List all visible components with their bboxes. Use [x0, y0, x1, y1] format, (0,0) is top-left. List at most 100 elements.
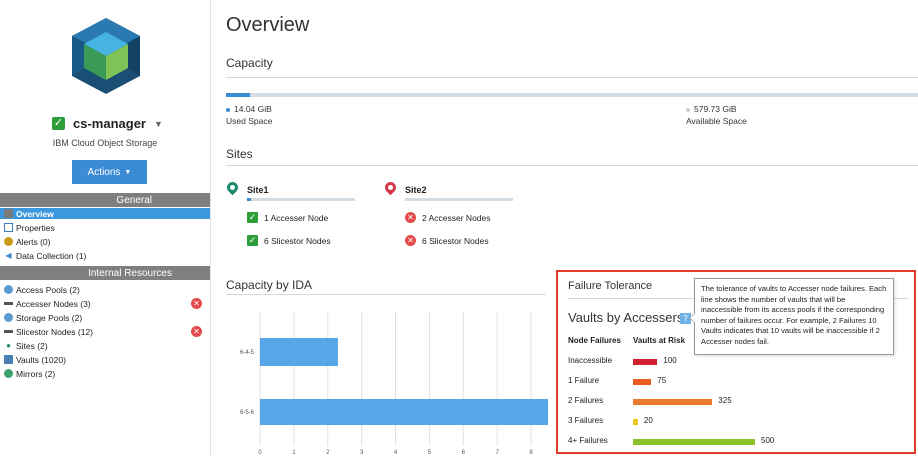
- sidebar-item-label: Slicestor Nodes (12): [16, 326, 94, 337]
- data-collection-icon: ◀: [5, 251, 12, 260]
- node-label: 6 Slicestor Nodes: [422, 235, 489, 246]
- site-pin-icon: ●: [6, 341, 11, 350]
- chevron-down-icon[interactable]: ▼: [154, 119, 163, 129]
- failure-label: 1 Failure: [568, 376, 600, 385]
- node-label: 6 Slicestor Nodes: [264, 235, 331, 246]
- node-label: 1 Accesser Node: [264, 212, 329, 223]
- manager-name: cs-manager: [73, 116, 146, 131]
- used-label: Used Space: [226, 116, 273, 126]
- ida-divider: [226, 294, 546, 295]
- storage-pool-icon: [4, 313, 13, 322]
- vaults-at-risk-value: 325: [718, 396, 732, 405]
- sidebar-item-slicestor-nodes[interactable]: Slicestor Nodes (12) ✕: [0, 326, 210, 337]
- sidebar-item-mirrors[interactable]: Mirrors (2): [0, 368, 210, 379]
- sidebar-item-alerts[interactable]: Alerts (0): [0, 236, 210, 247]
- used-space: 14.04 GiB Used Space: [226, 103, 272, 127]
- x-tick-label: 1: [292, 450, 296, 456]
- sidebar-item-label: Access Pools (2): [16, 284, 80, 295]
- error-icon: ✕: [405, 235, 416, 246]
- ida-bar: [260, 338, 338, 366]
- sidebar: ✓ cs-manager ▼ IBM Cloud Object Storage …: [0, 0, 211, 456]
- col-node-failures: Node Failures: [568, 336, 621, 345]
- access-pool-icon: [4, 285, 13, 294]
- vault-icon: [4, 355, 13, 364]
- failure-label: 4+ Failures: [568, 436, 608, 445]
- vaults-at-risk-bar: [633, 379, 652, 385]
- sidebar-item-label: Storage Pools (2): [16, 312, 83, 323]
- alert-icon: [4, 237, 13, 246]
- check-icon: ✓: [247, 212, 258, 223]
- site2-slicestor-row[interactable]: ✕ 6 Slicestor Nodes: [405, 235, 489, 246]
- failure-label: 3 Failures: [568, 416, 604, 425]
- capacity-bar: [226, 93, 918, 97]
- properties-icon: [4, 223, 13, 232]
- sidebar-item-label: Vaults (1020): [16, 354, 66, 365]
- site2-accesser-row[interactable]: ✕ 2 Accesser Nodes: [405, 212, 491, 223]
- cube-logo-icon: [72, 18, 140, 94]
- vaults-by-accessers-title: Vaults by Accessers: [568, 310, 684, 325]
- general-header: General: [0, 193, 210, 207]
- page-title: Overview: [226, 14, 310, 36]
- sidebar-item-access-pools[interactable]: Access Pools (2): [0, 284, 210, 295]
- sites-divider: [226, 165, 918, 166]
- sidebar-item-vaults[interactable]: Vaults (1020): [0, 354, 210, 365]
- x-tick-label: 4: [394, 450, 398, 456]
- vaults-at-risk-value: 500: [761, 436, 775, 445]
- slicestor-node-icon: [4, 330, 13, 333]
- error-icon: ✕: [405, 212, 416, 223]
- vaults-at-risk-value: 75: [657, 376, 667, 385]
- x-tick-label: 3: [360, 450, 364, 456]
- site1-pin-icon: [224, 179, 241, 196]
- sidebar-item-sites[interactable]: ● Sites (2): [0, 340, 210, 351]
- sidebar-item-properties[interactable]: Properties: [0, 222, 210, 233]
- vaults-at-risk-bar: [633, 359, 658, 365]
- site1-bar: [247, 198, 355, 201]
- sidebar-item-label: Sites (2): [16, 340, 48, 351]
- sidebar-item-overview[interactable]: Overview: [0, 208, 210, 219]
- check-icon: ✓: [247, 235, 258, 246]
- col-vaults-at-risk: Vaults at Risk: [633, 336, 686, 345]
- site2-name[interactable]: Site2: [405, 185, 427, 195]
- vaults-at-risk-value: 20: [643, 416, 653, 425]
- mirror-icon: [4, 369, 13, 378]
- available-dot-icon: [686, 107, 690, 112]
- vaults-at-risk-bar: [633, 439, 755, 445]
- internal-resources-header: Internal Resources: [0, 266, 210, 280]
- sidebar-item-storage-pools[interactable]: Storage Pools (2): [0, 312, 210, 323]
- failure-row: 1 Failure 75: [568, 376, 908, 388]
- available-value: 579.73 GiB: [694, 104, 737, 114]
- chevron-down-icon: ▼: [124, 168, 132, 176]
- available-space: 579.73 GiB Available Space: [686, 103, 747, 127]
- x-tick-label: 8: [529, 450, 533, 456]
- sidebar-item-accesser-nodes[interactable]: Accesser Nodes (3) ✕: [0, 298, 210, 309]
- site1-accesser-row[interactable]: ✓ 1 Accesser Node: [247, 212, 328, 223]
- failure-row: Inaccessible 100: [568, 356, 908, 368]
- sidebar-item-label: Properties: [16, 222, 55, 233]
- site1-name[interactable]: Site1: [247, 185, 269, 195]
- site2-bar: [405, 198, 513, 201]
- actions-button[interactable]: Actions ▼: [72, 160, 147, 184]
- sidebar-item-data-collection[interactable]: ◀ Data Collection (1): [0, 250, 210, 261]
- capacity-divider: [226, 77, 918, 78]
- error-icon: ✕: [191, 298, 202, 309]
- sidebar-item-label: Mirrors (2): [16, 368, 56, 379]
- site1-slicestor-row[interactable]: ✓ 6 Slicestor Nodes: [247, 235, 331, 246]
- x-tick-label: 7: [496, 450, 500, 456]
- used-value: 14.04 GiB: [234, 104, 272, 114]
- product-name: IBM Cloud Object Storage: [52, 138, 158, 148]
- node-label: 2 Accesser Nodes: [422, 212, 491, 223]
- category-label: 6-5-6: [240, 410, 255, 416]
- actions-label: Actions: [87, 166, 121, 178]
- sidebar-item-label: Alerts (0): [16, 236, 51, 247]
- manager-selector[interactable]: ✓ cs-manager ▼: [52, 116, 163, 131]
- used-dot-icon: [226, 107, 230, 112]
- sidebar-item-label: Data Collection (1): [16, 250, 87, 261]
- vaults-at-risk-value: 100: [663, 356, 677, 365]
- overview-icon: [4, 209, 13, 218]
- sidebar-item-label: Overview: [16, 208, 54, 219]
- capacity-title: Capacity: [226, 56, 273, 70]
- x-tick-label: 5: [428, 450, 432, 456]
- failure-row: 2 Failures 325: [568, 396, 908, 408]
- sidebar-item-label: Accesser Nodes (3): [16, 298, 91, 309]
- accesser-node-icon: [4, 302, 13, 305]
